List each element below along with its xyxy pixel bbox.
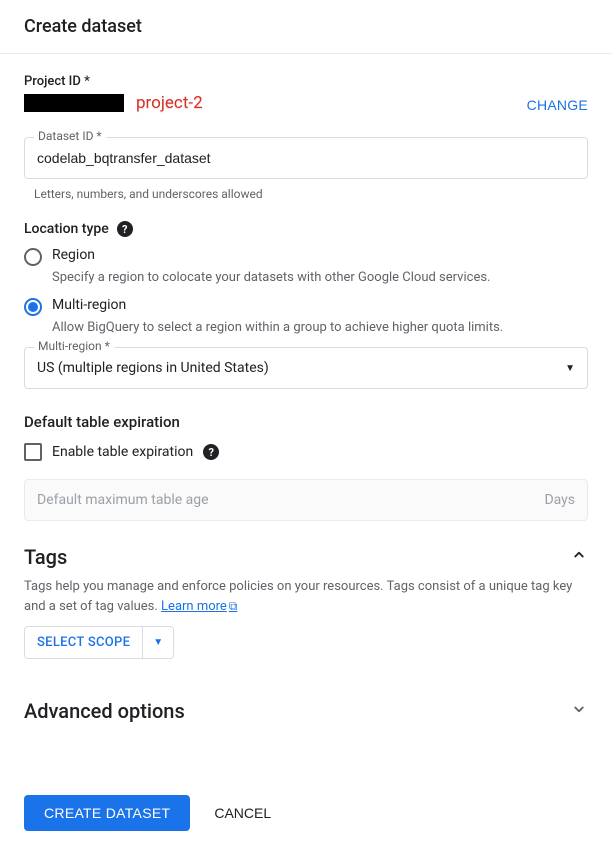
max-table-age-input: Default maximum table age Days xyxy=(24,479,588,521)
advanced-options-title: Advanced options xyxy=(24,699,185,723)
location-type-text: Location type xyxy=(24,221,109,237)
radio-multi-region-desc: Allow BigQuery to select a region within… xyxy=(52,320,588,335)
dataset-id-label: Dataset ID * xyxy=(34,129,106,143)
project-id-label: Project ID * xyxy=(24,74,203,89)
learn-more-link[interactable]: Learn more⧉ xyxy=(161,599,237,614)
radio-region-label: Region xyxy=(52,247,95,263)
create-dataset-button[interactable]: CREATE DATASET xyxy=(24,795,190,831)
enable-expiration-checkbox[interactable]: Enable table expiration ? xyxy=(24,443,588,461)
select-scope-button[interactable]: SELECT SCOPE ▼ xyxy=(24,626,174,659)
dataset-id-field: Dataset ID * xyxy=(24,137,588,179)
multi-region-select-label: Multi-region * xyxy=(34,339,114,353)
radio-icon xyxy=(24,248,42,266)
footer: CREATE DATASET CANCEL xyxy=(24,795,588,831)
external-link-icon: ⧉ xyxy=(229,599,238,613)
radio-region-desc: Specify a region to colocate your datase… xyxy=(52,270,588,285)
project-annotation: project-2 xyxy=(136,93,203,113)
dropdown-arrow-icon: ▼ xyxy=(565,363,575,374)
page-title: Create dataset xyxy=(0,0,612,54)
expiration-title: Default table expiration xyxy=(24,413,588,431)
project-row: Project ID * project-2 CHANGE xyxy=(24,74,588,113)
select-scope-dropdown[interactable]: ▼ xyxy=(142,627,173,658)
location-type-label: Location type ? xyxy=(24,221,588,237)
multi-region-select[interactable]: US (multiple regions in United States) ▼ xyxy=(24,347,588,389)
tags-desc-text: Tags help you manage and enforce policie… xyxy=(24,579,572,614)
radio-region[interactable]: Region xyxy=(24,247,588,266)
select-scope-label: SELECT SCOPE xyxy=(25,627,142,658)
tags-title: Tags xyxy=(24,545,67,569)
tags-header[interactable]: Tags xyxy=(24,545,588,569)
radio-icon-selected xyxy=(24,298,42,316)
advanced-options-header[interactable]: Advanced options xyxy=(24,699,588,723)
cancel-button[interactable]: CANCEL xyxy=(214,805,271,821)
dataset-id-input[interactable] xyxy=(24,137,588,179)
radio-multi-region-label: Multi-region xyxy=(52,297,126,313)
enable-expiration-label: Enable table expiration xyxy=(52,444,193,460)
chevron-down-icon xyxy=(570,700,588,723)
multi-region-select-wrap: Multi-region * US (multiple regions in U… xyxy=(24,347,588,389)
radio-multi-region[interactable]: Multi-region xyxy=(24,297,588,316)
help-icon[interactable]: ? xyxy=(117,221,133,237)
max-table-age-unit: Days xyxy=(544,492,575,508)
checkbox-icon xyxy=(24,443,42,461)
change-project-button[interactable]: CHANGE xyxy=(527,97,588,113)
multi-region-select-value: US (multiple regions in United States) xyxy=(37,360,269,376)
tags-desc: Tags help you manage and enforce policie… xyxy=(24,577,588,616)
chevron-up-icon xyxy=(570,546,588,569)
project-id-redacted xyxy=(24,94,124,112)
help-icon[interactable]: ? xyxy=(203,444,219,460)
dataset-id-helper: Letters, numbers, and underscores allowe… xyxy=(34,187,588,201)
max-table-age-placeholder: Default maximum table age xyxy=(37,492,209,508)
